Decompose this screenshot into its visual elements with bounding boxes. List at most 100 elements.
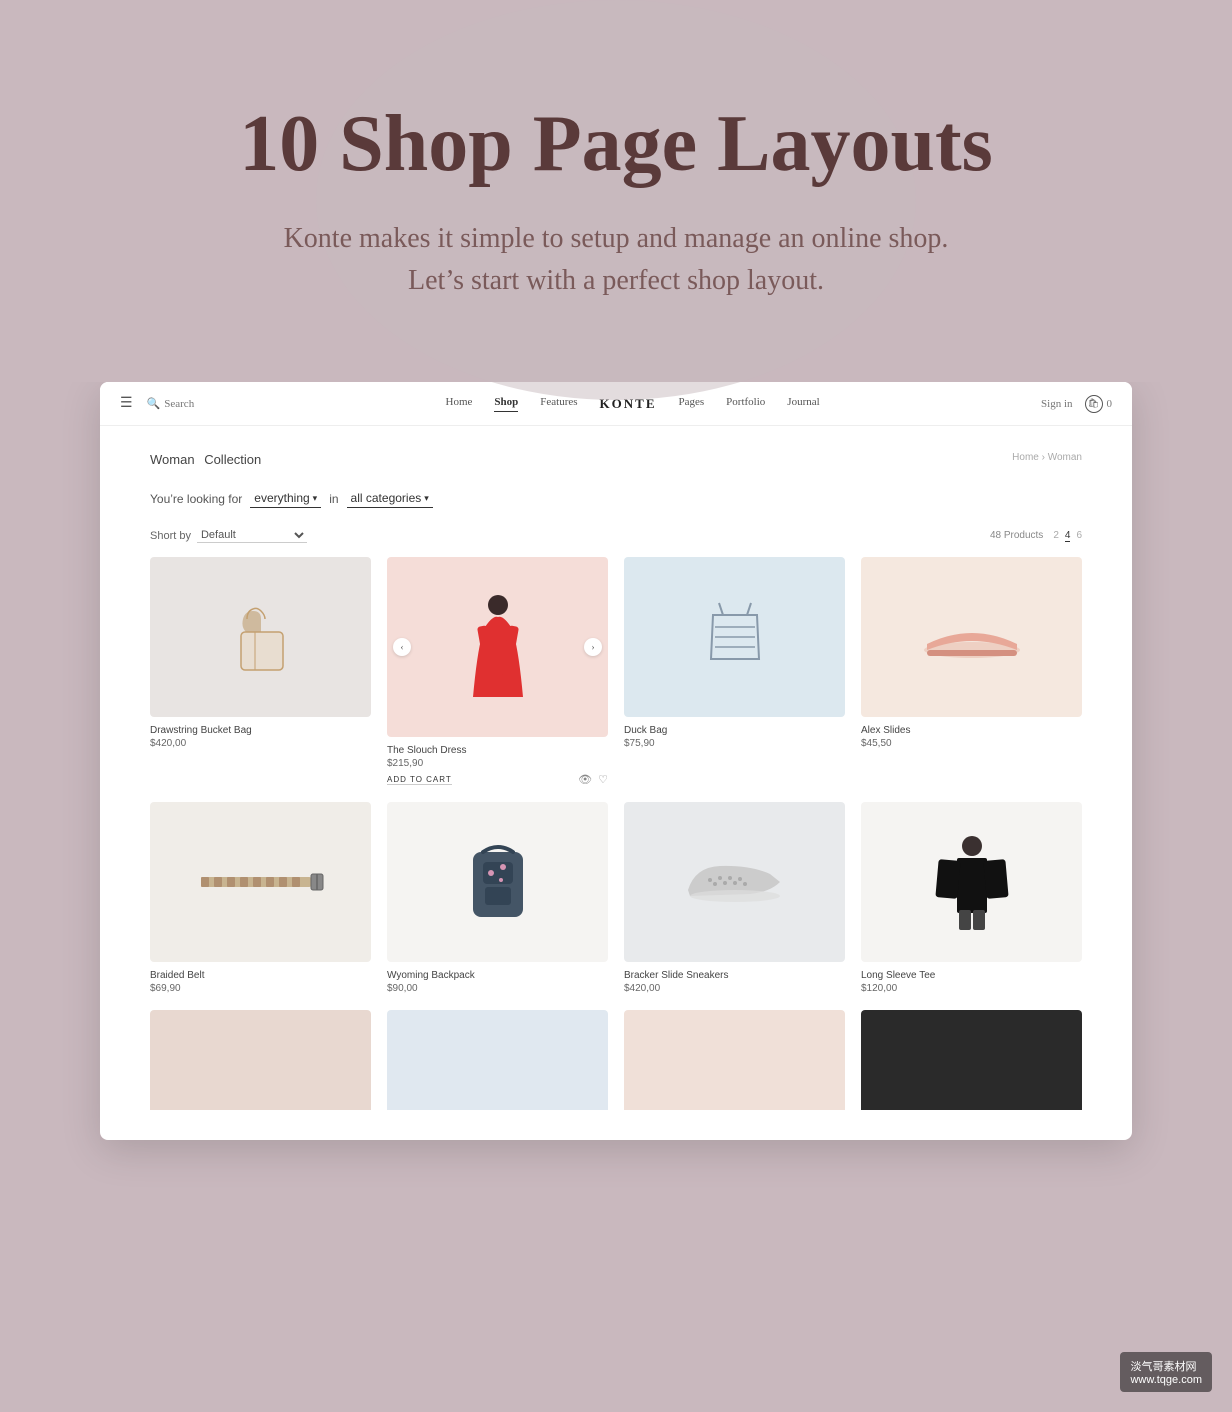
product-name-4: Alex Slides — [861, 725, 1082, 736]
product-name-7: Bracker Slide Sneakers — [624, 970, 845, 981]
hero-subtitle: Konte makes it simple to setup and manag… — [40, 218, 1192, 302]
backpack-svg — [463, 837, 533, 927]
chevron-down-icon: ▾ — [313, 493, 318, 504]
search-label: Search — [164, 398, 194, 410]
product-price-2: $215,90 — [387, 758, 608, 769]
partial-product-img-2 — [387, 1010, 608, 1110]
grid-4-option[interactable]: 4 — [1065, 530, 1071, 542]
sort-label: Short by — [150, 530, 191, 542]
sneaker-placeholder — [624, 802, 845, 962]
nav-link-portfolio[interactable]: Portfolio — [726, 396, 765, 412]
product-card-5[interactable]: Braided Belt $69,90 — [150, 802, 371, 994]
product-card-1[interactable]: Drawstring Bucket Bag $420,00 — [150, 557, 371, 786]
cart-bag-icon: 🛍 — [1088, 398, 1099, 409]
collection-sub: Collection — [204, 452, 261, 467]
product-name-3: Duck Bag — [624, 725, 845, 736]
sort-right: 48 Products 2 4 6 — [990, 530, 1082, 542]
longsleeve-svg — [932, 832, 1012, 932]
product-price-4: $45,50 — [861, 738, 1082, 749]
sort-left: Short by Default Price: Low to High Pric… — [150, 528, 307, 543]
filter-keyword-value: everything — [254, 491, 309, 505]
bag-placeholder — [150, 557, 371, 717]
cart-button[interactable]: 🛍 0 — [1085, 395, 1113, 413]
nav-link-journal[interactable]: Journal — [787, 396, 819, 412]
watermark-line1: 淡气哥素材网 — [1130, 1358, 1202, 1374]
sort-select[interactable]: Default Price: Low to High Price: High t… — [197, 528, 307, 543]
prev-arrow[interactable]: ‹ — [393, 638, 411, 656]
collection-title: Woman Collection — [150, 452, 267, 467]
browser-window: ☰ 🔍 Search Home Shop Features KONTE Page… — [100, 382, 1132, 1140]
partial-product-img-1 — [150, 1010, 371, 1110]
product-name-1: Drawstring Bucket Bag — [150, 725, 371, 736]
wishlist-icon[interactable]: ♡ — [598, 773, 608, 786]
slide-svg — [922, 612, 1022, 662]
cart-icon: 🛍 — [1085, 395, 1103, 413]
nav-link-home[interactable]: Home — [446, 396, 473, 412]
product-image-3 — [624, 557, 845, 717]
search-icon: 🔍 — [147, 397, 161, 410]
longsleeve-placeholder — [861, 802, 1082, 962]
product-price-3: $75,90 — [624, 738, 845, 749]
tote-svg — [695, 597, 775, 677]
product-card-3[interactable]: Duck Bag $75,90 — [624, 557, 845, 786]
breadcrumb: Home › Woman — [1012, 452, 1082, 463]
add-to-cart-button[interactable]: ADD TO CART — [387, 775, 452, 785]
backpack-placeholder — [387, 802, 608, 962]
sort-row: Short by Default Price: Low to High Pric… — [150, 528, 1082, 543]
product-card-8[interactable]: Long Sleeve Tee $120,00 — [861, 802, 1082, 994]
search-area[interactable]: 🔍 Search — [147, 397, 195, 410]
product-icon-buttons: 👁 ♡ — [578, 773, 608, 786]
product-grid: Drawstring Bucket Bag $420,00 ‹ — [150, 557, 1082, 994]
products-count: 48 Products — [990, 530, 1043, 541]
nav-link-pages[interactable]: Pages — [679, 396, 705, 412]
sign-in-link[interactable]: Sign in — [1041, 398, 1072, 410]
product-image-7 — [624, 802, 845, 962]
nav-link-shop[interactable]: Shop — [494, 396, 518, 412]
product-name-5: Braided Belt — [150, 970, 371, 981]
dress-svg — [463, 587, 533, 707]
product-image-5 — [150, 802, 371, 962]
filter-in: in — [329, 492, 338, 506]
dress-placeholder — [387, 557, 608, 737]
grid-6-option[interactable]: 6 — [1076, 530, 1082, 542]
belt-svg — [196, 867, 326, 897]
quick-view-icon[interactable]: 👁 — [578, 773, 592, 786]
product-image-2: ‹ › — [387, 557, 608, 737]
product-price-8: $120,00 — [861, 983, 1082, 994]
product-name-8: Long Sleeve Tee — [861, 970, 1082, 981]
filter-keyword-dropdown[interactable]: everything ▾ — [250, 489, 321, 508]
product-price-5: $69,90 — [150, 983, 371, 994]
belt-placeholder — [150, 802, 371, 962]
slide-placeholder — [861, 557, 1082, 717]
filter-category-dropdown[interactable]: all categories ▾ — [347, 489, 433, 508]
partial-product-img-3 — [624, 1010, 845, 1110]
partial-product-img-4 — [861, 1010, 1082, 1110]
nav-right: Sign in 🛍 0 — [1041, 395, 1112, 413]
product-image-1 — [150, 557, 371, 717]
shop-content: Woman Collection Home › Woman You’re loo… — [100, 426, 1132, 1140]
collection-main: Woman — [150, 452, 195, 467]
product-price-1: $420,00 — [150, 738, 371, 749]
product-card-4[interactable]: Alex Slides $45,50 — [861, 557, 1082, 786]
product-image-8 — [861, 802, 1082, 962]
hamburger-icon[interactable]: ☰ — [120, 395, 133, 412]
watermark-line2: www.tqge.com — [1130, 1374, 1202, 1386]
chevron-down-icon-2: ▾ — [424, 493, 429, 504]
product-card-7[interactable]: Bracker Slide Sneakers $420,00 — [624, 802, 845, 994]
filter-category-value: all categories — [351, 491, 422, 505]
grid-2-option[interactable]: 2 — [1053, 530, 1059, 542]
product-price-6: $90,00 — [387, 983, 608, 994]
filter-bar: You’re looking for everything ▾ in all c… — [150, 489, 1082, 508]
next-arrow[interactable]: › — [584, 638, 602, 656]
product-image-6 — [387, 802, 608, 962]
filter-label: You’re looking for — [150, 492, 242, 506]
watermark: 淡气哥素材网 www.tqge.com — [1120, 1352, 1212, 1392]
hero-title: 10 Shop Page Layouts — [40, 100, 1192, 188]
product-price-7: $420,00 — [624, 983, 845, 994]
tote-placeholder — [624, 557, 845, 717]
cart-count: 0 — [1107, 398, 1113, 410]
product-name-2: The Slouch Dress — [387, 745, 608, 756]
shop-header-row: Woman Collection Home › Woman — [150, 452, 1082, 467]
product-card-6[interactable]: Wyoming Backpack $90,00 — [387, 802, 608, 994]
product-card-2[interactable]: ‹ › The Slouch Dress $215,90 — [387, 557, 608, 786]
